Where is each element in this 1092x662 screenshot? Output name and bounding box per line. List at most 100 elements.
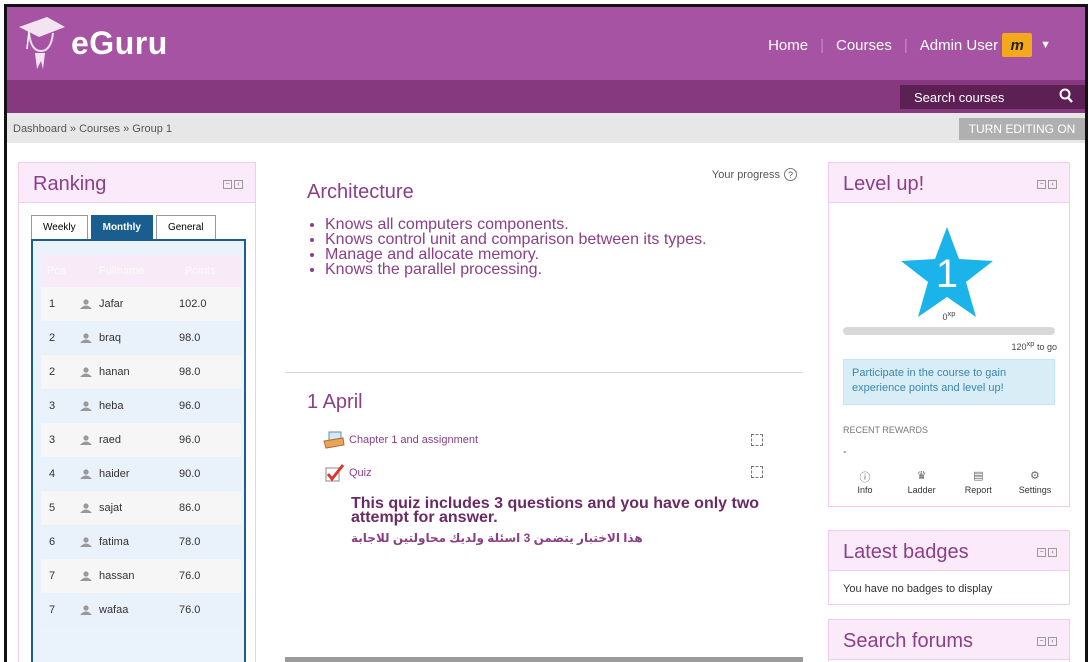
link-label: Ladder — [907, 485, 936, 495]
breadcrumb-courses[interactable]: Courses — [79, 123, 120, 135]
rank-name-cell: haider — [79, 457, 175, 491]
search-forums-title: Search forums — [843, 630, 974, 652]
col-fullname-header: Fullname — [99, 265, 145, 277]
nav-courses-link[interactable]: Courses — [836, 37, 892, 54]
activity-label: Quiz — [349, 467, 372, 479]
your-progress: Your progress? — [712, 168, 797, 181]
info-icon: ⓘ — [859, 472, 871, 484]
sub-navbar: Search courses — [7, 80, 1085, 113]
dock-icon[interactable]: ‹ — [1048, 548, 1057, 557]
user-icon — [80, 367, 92, 378]
collapse-icon[interactable]: − — [1037, 548, 1046, 557]
user-menu-name[interactable]: Admin User — [920, 37, 998, 54]
rank-name[interactable]: hanan — [99, 366, 130, 378]
rank-points: 98.0 — [175, 355, 241, 389]
section-bottom-border — [285, 657, 803, 662]
activity-quiz[interactable]: Quiz — [323, 464, 372, 482]
nav-separator: | — [903, 36, 908, 54]
breadcrumb-dashboard[interactable]: Dashboard — [13, 123, 67, 135]
tab-weekly[interactable]: Weekly — [31, 215, 88, 239]
info-link[interactable]: ⓘ Info — [843, 469, 887, 495]
ranking-header: Ranking − ‹ — [19, 163, 255, 203]
rank-pos: 3 — [41, 389, 79, 423]
ranking-tabs: Weekly Monthly General — [31, 215, 216, 239]
xp-unit: xp — [947, 309, 956, 318]
user-icon — [80, 503, 92, 514]
dock-icon[interactable]: ‹ — [1048, 180, 1057, 189]
level-up-info-box: Participate in the course to gain experi… — [843, 359, 1055, 405]
table-row: 4 haider 90.0 — [41, 457, 241, 491]
chevron-down-icon[interactable]: ▼ — [1040, 39, 1051, 51]
level-up-title: Level up! — [843, 173, 925, 195]
rank-name[interactable]: braq — [99, 332, 121, 344]
tab-monthly[interactable]: Monthly — [90, 215, 153, 239]
table-row: 1 Jafar 102.0 — [41, 287, 241, 321]
xp-to-go: 120xp to go — [1012, 339, 1058, 352]
collapse-icon[interactable]: − — [1037, 180, 1046, 189]
rank-name[interactable]: raed — [99, 434, 121, 446]
table-row: 2 hanan 98.0 — [41, 355, 241, 389]
search-courses-label: Search courses — [914, 89, 1005, 105]
rank-name[interactable]: hassan — [99, 570, 134, 582]
rank-points: 102.0 — [175, 287, 241, 321]
tab-general[interactable]: General — [155, 215, 216, 239]
completion-checkbox[interactable] — [751, 434, 763, 446]
level-up-block: Level up! − ‹ 1 0xp 120xp to go Particip… — [828, 162, 1070, 507]
course-content: Your progress? Architecture Knows all co… — [285, 162, 805, 662]
brand[interactable]: eGuru — [17, 13, 168, 73]
settings-link[interactable]: ⚙ Settings — [1013, 469, 1057, 495]
rank-name[interactable]: wafaa — [99, 604, 128, 616]
dock-icon[interactable]: ‹ — [1048, 637, 1057, 646]
xp-current: 0xp — [829, 309, 1069, 322]
rank-name-cell: fatima — [79, 525, 175, 559]
ranking-block: Ranking − ‹ Weekly Monthly General Pos F… — [18, 162, 256, 662]
rank-pos: 1 — [41, 287, 79, 321]
col-pos-header: Pos — [47, 265, 66, 277]
block-controls: − ‹ — [223, 180, 243, 189]
ladder-link[interactable]: ♛ Ladder — [900, 469, 944, 495]
rank-pos: 5 — [41, 491, 79, 525]
user-icon — [80, 333, 92, 344]
list-item: Knows the parallel processing. — [325, 262, 765, 278]
collapse-icon[interactable]: − — [223, 180, 232, 189]
search-courses-button[interactable]: Search courses — [900, 85, 1085, 109]
xp-to-go-value: 120 — [1011, 342, 1027, 352]
rank-points: 96.0 — [175, 389, 241, 423]
rank-name[interactable]: Jafar — [99, 298, 123, 310]
section-title-architecture: Architecture — [307, 181, 414, 203]
completion-checkbox[interactable] — [751, 466, 763, 478]
rank-name[interactable]: sajat — [99, 502, 122, 514]
link-label: Report — [964, 485, 992, 495]
help-icon[interactable]: ? — [784, 168, 797, 181]
activity-chapter-1[interactable]: Chapter 1 and assignment — [323, 431, 478, 449]
rank-name[interactable]: fatima — [99, 536, 129, 548]
breadcrumb-group[interactable]: Group 1 — [132, 123, 172, 135]
recent-rewards-label: RECENT REWARDS — [843, 425, 929, 435]
trophy-icon: ♛ — [916, 470, 927, 482]
gear-icon: ⚙ — [1030, 470, 1040, 482]
dock-icon[interactable]: ‹ — [234, 180, 243, 189]
top-navbar: eGuru Home | Courses | Admin User m ▼ — [7, 7, 1085, 80]
collapse-icon[interactable]: − — [1037, 637, 1046, 646]
avatar[interactable]: m — [1002, 33, 1033, 57]
rank-points: 90.0 — [175, 457, 241, 491]
graduation-cap-logo-icon — [19, 17, 65, 69]
turn-editing-on-button[interactable]: TURN EDITING ON — [959, 118, 1085, 140]
nav-home-link[interactable]: Home — [768, 37, 808, 54]
link-label: Info — [857, 485, 873, 495]
assignment-icon — [323, 431, 345, 449]
no-badges-message: You have no badges to display — [843, 583, 993, 595]
user-icon — [80, 469, 92, 480]
rank-name[interactable]: haider — [99, 468, 130, 480]
level-number: 1 — [936, 252, 958, 296]
rank-points: 78.0 — [175, 525, 241, 559]
nav-separator: | — [820, 36, 824, 54]
quiz-description: This quiz includes 3 questions and you h… — [351, 495, 760, 526]
section-goals-list: Knows all computers components. Knows co… — [325, 217, 765, 278]
list-item: Manage and allocate memory. — [325, 247, 765, 263]
rank-name[interactable]: heba — [99, 400, 123, 412]
report-link[interactable]: ▤ Report — [956, 469, 1000, 495]
table-row: 6 fatima 78.0 — [41, 525, 241, 559]
rank-name-cell: raed — [79, 423, 175, 457]
table-row: 2 braq 98.0 — [41, 321, 241, 355]
